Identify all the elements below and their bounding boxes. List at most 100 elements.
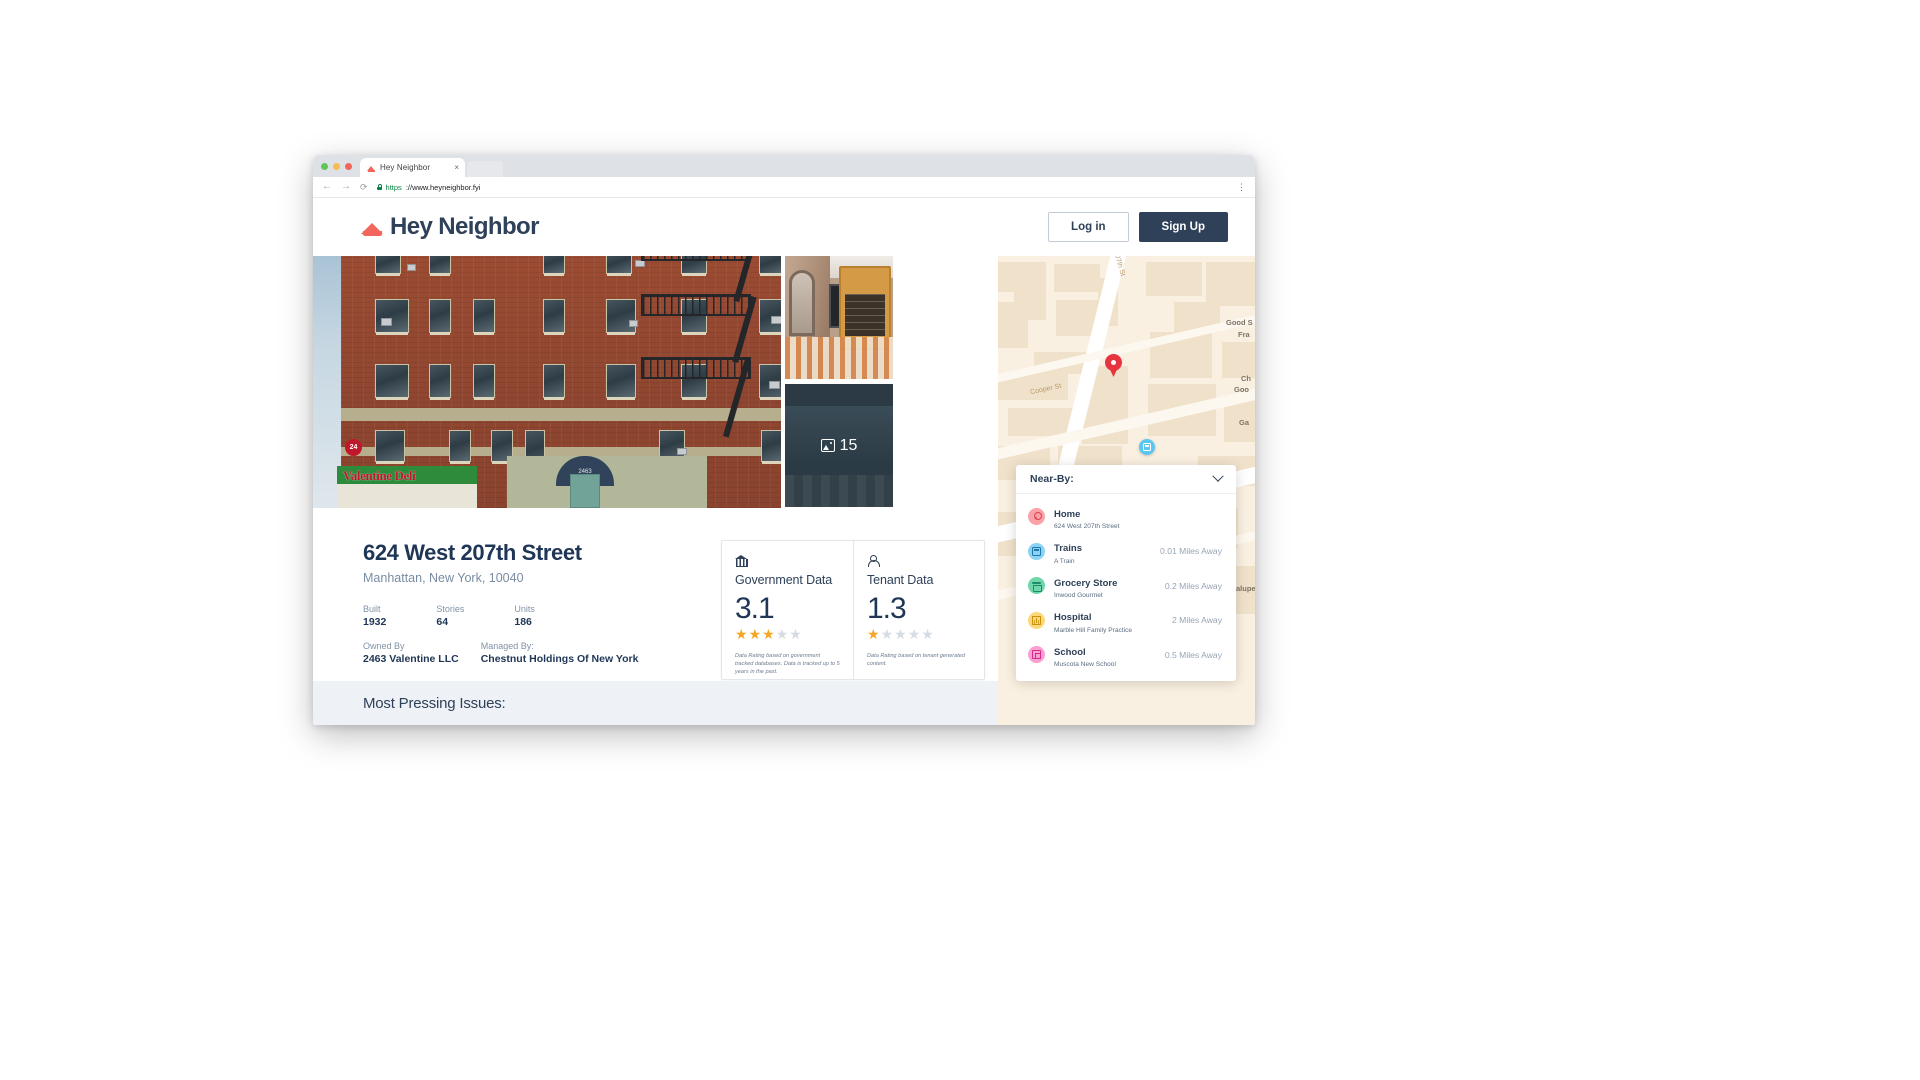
star-icon: ★: [762, 625, 775, 642]
map-poi-label: Ga: [1239, 418, 1250, 427]
photo-count-value: 15: [839, 436, 858, 454]
star-rating: ★ ★ ★ ★ ★: [735, 627, 840, 641]
list-item[interactable]: Grocery Store Inwood Gourmet 0.2 Miles A…: [1016, 569, 1236, 604]
image-icon: [820, 439, 835, 452]
nearby-item-name: School: [1054, 646, 1086, 658]
star-icon: ★: [789, 625, 802, 642]
map-location-pin[interactable]: [1105, 354, 1122, 377]
tab-close-icon[interactable]: ×: [444, 163, 459, 172]
nearby-header[interactable]: Near-By:: [1016, 465, 1236, 494]
forward-icon[interactable]: →: [341, 182, 351, 192]
store-icon: [1028, 577, 1045, 595]
signup-button[interactable]: Sign Up: [1138, 212, 1228, 242]
nearby-list: Home 624 West 207th Street Trains A Trai…: [1016, 494, 1236, 682]
map-poi-label: Fra: [1238, 330, 1250, 339]
facts-row: Built 1932 Stories 64 Units 186: [363, 604, 693, 628]
property-details: 624 West 207th Street Manhattan, New Yor…: [313, 508, 998, 699]
browser-window: Hey Neighbor × ← → ⟳ https://www.heyneig…: [313, 155, 1255, 725]
person-icon: [867, 555, 971, 568]
fact-label: Units: [514, 604, 535, 614]
list-item[interactable]: Home 624 West 207th Street: [1016, 500, 1236, 535]
map-train-marker[interactable]: [1139, 439, 1155, 455]
nearby-item-name: Home: [1054, 508, 1081, 520]
locality-text: Manhattan, New York, 10040: [363, 571, 524, 585]
thumbnail-column: 15: [785, 256, 893, 508]
chevron-down-icon[interactable]: [1212, 470, 1224, 482]
back-icon[interactable]: ←: [322, 182, 332, 192]
map-panel[interactable]: Cooper St 207th St Good S Fra Ch Goo Ga …: [998, 256, 1255, 725]
house-logo-icon: [361, 219, 383, 236]
managed-by-label: Managed By:: [480, 641, 534, 651]
map-poi-label: Goo: [1234, 385, 1249, 394]
favicon-house-icon: [367, 163, 376, 172]
managed-by: Managed By: Chestnut Holdings Of New Yor…: [481, 641, 639, 665]
login-button[interactable]: Log in: [1048, 212, 1129, 242]
list-item[interactable]: Hospital Marble Hill Family Practice 2 M…: [1016, 603, 1236, 638]
nearby-item-desc: A Train: [1054, 557, 1075, 565]
browser-tab-title: Hey Neighbor: [380, 163, 431, 172]
owned-by-label: Owned By: [363, 641, 405, 651]
deli-sign-text: Valentine Deli: [343, 468, 416, 483]
photo-count-overlay: 15: [820, 436, 858, 455]
site-logo[interactable]: Hey Neighbor: [361, 213, 539, 241]
star-icon: ★: [748, 625, 762, 642]
map-poi-label: Ch: [1241, 374, 1251, 383]
storefront: Valentine Deli: [337, 466, 477, 508]
train-icon: [1143, 443, 1151, 451]
address-block: 624 West 207th Street Manhattan, New Yor…: [363, 540, 693, 699]
location-pin-icon: [1028, 508, 1045, 526]
nearby-item-desc: Muscota New School: [1054, 661, 1116, 668]
fact-label: Stories: [436, 604, 465, 614]
thumbnail-lobby[interactable]: [785, 256, 893, 379]
rating-card-tenant: Tenant Data 1.3 ★ ★ ★ ★ ★ Data Rating based …: [853, 541, 984, 679]
list-item[interactable]: Trains A Train 0.01 Miles Away: [1016, 534, 1236, 569]
nearby-item-distance: 0.5 Miles Away: [1164, 649, 1222, 660]
browser-tab[interactable]: Hey Neighbor ×: [360, 158, 465, 177]
reload-icon[interactable]: ⟳: [360, 182, 368, 192]
window-maximize-button[interactable]: [321, 162, 328, 170]
nearby-item-desc: 624 West 207th Street: [1054, 523, 1120, 530]
map-poi-label: Good S: [1226, 318, 1253, 327]
star-icon: ★: [907, 625, 921, 642]
rating-card-title: Government Data: [735, 573, 833, 587]
fact-label: Built: [363, 604, 381, 614]
nearby-item-distance: 2 Miles Away: [1172, 615, 1222, 626]
content-area: 2463 Valentine Deli 24 15 624 West 207th…: [313, 256, 1255, 725]
map-poi-label: alupe: [1236, 584, 1255, 593]
managed-by-value: Chestnut Holdings Of New York: [480, 653, 639, 665]
hospital-icon: [1028, 611, 1045, 629]
fact-value: 186: [514, 616, 532, 628]
list-item[interactable]: School Muscota New School 0.5 Miles Away: [1016, 638, 1236, 673]
map-pin-center-dot: [1111, 360, 1116, 365]
nearby-item-name: Trains: [1054, 543, 1082, 554]
window-close-button[interactable]: [345, 162, 352, 170]
browser-menu-icon[interactable]: ⋮: [1237, 182, 1246, 192]
site-header: Hey Neighbor Log in Sign Up: [313, 198, 1255, 256]
nearby-panel: Near-By: Home 624 West 207th Street Trai…: [1016, 464, 1236, 682]
fact-value: 64: [436, 616, 449, 628]
new-tab-button[interactable]: [467, 161, 503, 177]
nearby-item-distance: 0.01 Miles Away: [1160, 546, 1222, 557]
nearby-title: Near-By:: [1030, 472, 1074, 485]
nearby-item-desc: Marble Hill Family Practice: [1054, 626, 1133, 634]
url-input[interactable]: https://www.heyneighbor.fyi: [376, 180, 1228, 194]
url-host: ://www.heyneighbor.fyi: [405, 182, 481, 192]
nearby-item-name: Hospital: [1054, 612, 1092, 623]
rating-score: 3.1: [735, 592, 775, 625]
thumbnail-more-photos[interactable]: 15: [785, 384, 893, 507]
owned-by: Owned By 2463 Valentine LLC: [363, 641, 459, 665]
hero-photo[interactable]: 2463 Valentine Deli 24: [313, 256, 781, 508]
browser-url-bar: ← → ⟳ https://www.heyneighbor.fyi ⋮: [313, 177, 1255, 198]
logo-text: Hey Neighbor: [390, 213, 539, 240]
rating-note: Data Rating based on government tracked …: [735, 652, 840, 676]
lock-icon: [376, 184, 383, 190]
window-minimize-button[interactable]: [333, 162, 340, 170]
fact-units: Units 186: [514, 604, 535, 628]
star-icon: ★: [775, 625, 789, 642]
page-title: 624 West 207th Street: [363, 540, 582, 565]
owned-by-value: 2463 Valentine LLC: [363, 653, 459, 665]
star-icon: ★: [894, 625, 907, 642]
entrance-door: [570, 474, 600, 508]
building-facade: 2463 Valentine Deli 24: [337, 256, 781, 508]
url-scheme: https: [385, 182, 402, 192]
